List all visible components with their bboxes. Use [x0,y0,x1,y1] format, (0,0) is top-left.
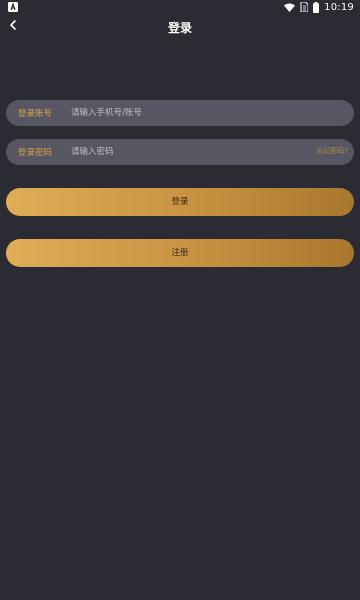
register-button[interactable]: 注册 [6,239,354,267]
wifi-icon [284,3,296,12]
page-title: 登录 [167,21,192,35]
battery-icon [313,1,320,13]
a-notification-icon [8,2,18,12]
password-label: 登录密码 [18,148,53,158]
header: 登录 [0,14,360,42]
account-field[interactable]: 登录账号 [6,100,354,126]
account-label: 登录账号 [18,109,53,119]
status-time: 10:19 [324,1,354,13]
forgot-password-link[interactable]: 忘记密码? [316,146,348,156]
login-button[interactable]: 登录 [6,188,354,216]
password-input[interactable] [71,143,291,161]
login-screen: 10:19 登录 登录账号 登录密码 忘记密码? 登录 注册 [0,0,360,600]
password-field[interactable]: 登录密码 忘记密码? [6,139,354,165]
account-input[interactable] [71,104,291,122]
sim-icon [300,2,309,12]
status-icons: 10:19 [284,1,354,13]
status-bar: 10:19 [0,0,360,14]
